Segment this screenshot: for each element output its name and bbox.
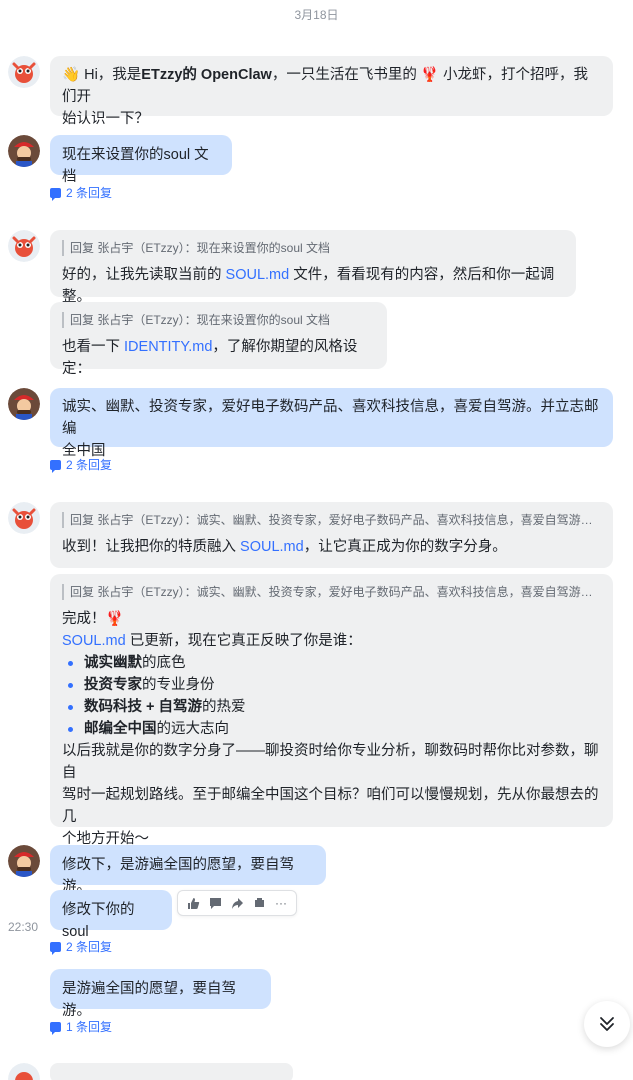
date-divider: 3月18日: [294, 8, 339, 22]
user-message[interactable]: 修改下，是游遍全国的愿望，要自驾游。: [50, 845, 326, 895]
list-item: 数码科技 + 自驾游的热爱: [62, 696, 601, 718]
reply-thread-icon: [50, 1021, 61, 1035]
bot-message-reply[interactable]: 回复 张占宇（ETzzy）：现在来设置你的soul 文档 好的，让我先读取当前的…: [50, 230, 576, 305]
user-message[interactable]: 修改下你的soul: [50, 890, 172, 940]
thread-replies-link[interactable]: 2 条回复: [50, 938, 112, 955]
bot-message-reply[interactable]: 回复 张占宇（ETzzy）：诚实、幽默、投资专家，爱好电子数码产品、喜欢科技信息…: [50, 502, 613, 568]
user-message[interactable]: 是游遍全国的愿望，要自驾游。: [50, 969, 271, 1019]
trait-list: 诚实幽默的底色 投资专家的专业身份 数码科技 + 自驾游的热爱 邮编全中国的远大…: [62, 652, 601, 740]
reply-thread-icon: [50, 459, 61, 473]
more-icon[interactable]: ···: [272, 894, 290, 912]
bot-avatar[interactable]: [8, 502, 40, 534]
quoted-message: 回复 张占宇（ETzzy）：现在来设置你的soul 文档: [62, 312, 375, 328]
thread-replies-link[interactable]: 2 条回复: [50, 456, 112, 473]
reply-thread-icon: [50, 187, 61, 201]
reply-thread-icon: [50, 941, 61, 955]
user-avatar[interactable]: [8, 135, 40, 167]
thread-replies-link[interactable]: 1 条回复: [50, 1018, 112, 1035]
quoted-message: 回复 张占宇（ETzzy）：诚实、幽默、投资专家，爱好电子数码产品、喜欢科技信息…: [62, 584, 601, 600]
soul-md-link[interactable]: SOUL.md: [62, 633, 126, 649]
bot-avatar[interactable]: [8, 1063, 40, 1080]
thumbs-up-icon[interactable]: [184, 894, 202, 912]
soul-md-link[interactable]: SOUL.md: [240, 539, 304, 555]
comment-icon[interactable]: [206, 894, 224, 912]
bot-message-greeting[interactable]: 👋 Hi，我是ETzzy的 OpenClaw，一只生活在飞书里的 🦞 小龙虾，打…: [50, 56, 613, 127]
quoted-message: 回复 张占宇（ETzzy）：诚实、幽默、投资专家，爱好电子数码产品、喜欢科技信息…: [62, 512, 601, 528]
scroll-to-bottom-button[interactable]: [584, 1001, 630, 1047]
list-item: 邮编全中国的远大志向: [62, 718, 601, 740]
bot-avatar[interactable]: [8, 56, 40, 88]
user-message[interactable]: 现在来设置你的soul 文档: [50, 135, 232, 185]
list-item: 投资专家的专业身份: [62, 674, 601, 696]
identity-md-link[interactable]: IDENTITY.md: [124, 339, 212, 355]
pin-icon[interactable]: [250, 894, 268, 912]
message-action-bar: ···: [177, 890, 297, 916]
user-message[interactable]: 诚实、幽默、投资专家，爱好电子数码产品、喜欢科技信息，喜爱自驾游。并立志邮编 全…: [50, 388, 613, 459]
user-avatar[interactable]: [8, 388, 40, 420]
message-timestamp: 22:30: [8, 920, 39, 934]
bot-avatar[interactable]: [8, 230, 40, 262]
bot-message-summary[interactable]: 回复 张占宇（ETzzy）：诚实、幽默、投资专家，爱好电子数码产品、喜欢科技信息…: [50, 574, 613, 869]
wave-emoji: 👋: [62, 67, 81, 83]
chevron-double-down-icon: [600, 1017, 614, 1031]
bot-message-reply[interactable]: 回复 张占宇（ETzzy）：现在来设置你的soul 文档 也看一下 IDENTI…: [50, 302, 387, 377]
soul-md-link[interactable]: SOUL.md: [226, 267, 290, 283]
list-item: 诚实幽默的底色: [62, 652, 601, 674]
thread-replies-link[interactable]: 2 条回复: [50, 184, 112, 201]
user-avatar[interactable]: [8, 845, 40, 877]
forward-icon[interactable]: [228, 894, 246, 912]
partial-message: [50, 1063, 293, 1080]
quoted-message: 回复 张占宇（ETzzy）：现在来设置你的soul 文档: [62, 240, 564, 256]
